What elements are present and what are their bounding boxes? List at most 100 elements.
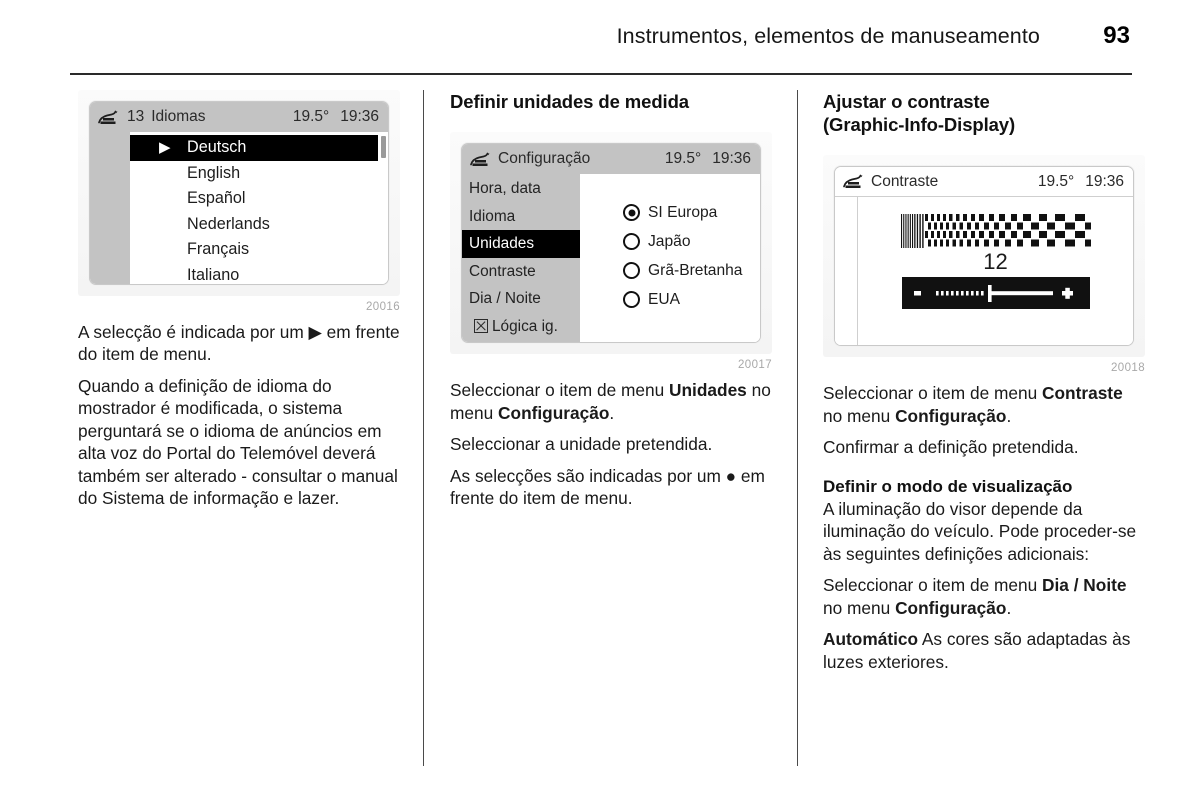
figure-caption: 20018 [1111, 362, 1145, 375]
units-options-group: SI Europa Japão Grã-Bretanha EUA [580, 174, 760, 343]
lcd-title: Configuração [498, 150, 591, 168]
list-item[interactable]: Español [130, 186, 388, 212]
list-item-label: English [187, 163, 241, 182]
paragraph: As selecções são indicadas por um ● em f… [450, 465, 765, 509]
column-middle: Definir unidades de medida Configuração … [450, 90, 772, 519]
radio-unselected-icon [623, 233, 640, 251]
figure-languages: 13 Idiomas 19.5° 19:36 ▶ Deutsch English… [78, 90, 400, 313]
section-heading: Definir unidades de medida [450, 91, 689, 112]
paragraph: A iluminação do visor depende da ilumina… [823, 498, 1137, 564]
page-number: 93 [1103, 22, 1130, 49]
lcd-status-bar: 13 Idiomas 19.5° 19:36 [90, 102, 388, 132]
list-item-label: Deutsch [187, 138, 247, 156]
list-item-label: Italiano [187, 265, 240, 284]
lcd-status-bar: Contraste 19.5° 19:36 [835, 167, 1133, 198]
lcd-body: ▶ Deutsch English Español Nederlands Fra… [90, 132, 388, 284]
option-row[interactable]: Japão [623, 227, 760, 256]
menu-item-unidades[interactable]: Unidades [462, 230, 580, 258]
lcd-title: Contraste [871, 172, 939, 190]
list-item-label: Español [187, 189, 246, 207]
page-title: Instrumentos, elementos de manuseamento [616, 24, 1040, 48]
slider-minus-icon [913, 291, 921, 296]
option-row[interactable]: SI Europa [623, 198, 760, 227]
paragraph: Automático As cores são adaptadas às luz… [823, 629, 1131, 672]
lcd-temperature: 19.5° [292, 108, 330, 125]
radio-unselected-icon [623, 262, 640, 280]
lcd-side-rail [835, 197, 858, 346]
car-display-icon [843, 174, 863, 189]
menu-item-idioma[interactable]: Idioma [462, 203, 580, 231]
menu-item-label: Lógica ig. [492, 317, 558, 335]
list-item-label: Français [187, 240, 250, 258]
content-columns: 13 Idiomas 19.5° 19:36 ▶ Deutsch English… [0, 90, 1200, 780]
lcd-body: Hora, data Idioma Unidades Contraste Dia… [462, 174, 760, 343]
list-item[interactable]: ▶ Deutsch [130, 135, 378, 161]
section-heading-line-1: Ajustar o contraste [823, 91, 990, 112]
menu-item-label: Dia / Noite [469, 290, 541, 308]
lcd-display-contrast: Contraste 19.5° 19:36 12 [834, 166, 1134, 347]
paragraph: Quando a definição de idioma do mostrado… [78, 375, 398, 509]
menu-item-contraste[interactable]: Contraste [462, 258, 580, 286]
contrast-slider[interactable] [901, 277, 1090, 310]
option-label: SI Europa [648, 203, 718, 221]
lcd-display-languages: 13 Idiomas 19.5° 19:36 ▶ Deutsch English… [89, 101, 389, 285]
language-list: ▶ Deutsch English Español Nederlands Fra… [130, 132, 388, 284]
crossed-box-icon [474, 319, 488, 334]
paragraph: Seleccionar a unidade pretendida. [450, 434, 713, 455]
settings-menu-list: Hora, data Idioma Unidades Contraste Dia… [462, 174, 580, 343]
lcd-time: 19:36 [712, 150, 751, 168]
menu-item-dia-noite[interactable]: Dia / Noite [462, 285, 580, 313]
menu-item-label: Hora, data [469, 180, 541, 198]
lcd-side-rail [90, 132, 130, 284]
figure-plate: 13 Idiomas 19.5° 19:36 ▶ Deutsch English… [78, 90, 400, 296]
contrast-checker-pattern [900, 214, 1091, 249]
lcd-temperature: 19.5° [664, 150, 702, 168]
menu-item-hora-data[interactable]: Hora, data [462, 175, 580, 203]
section-heading: Ajustar o contraste (Graphic-Info-Displa… [823, 90, 1145, 136]
menu-item-logica-ig[interactable]: Lógica ig. [462, 313, 580, 341]
list-scrollbar-thumb[interactable] [381, 136, 386, 158]
paragraph: Confirmar a definição pretendida. [823, 437, 1079, 458]
lcd-title: Idiomas [151, 108, 206, 125]
option-label: EUA [648, 290, 681, 308]
menu-item-label: Unidades [469, 235, 535, 253]
car-display-icon [470, 152, 490, 166]
column-left: 13 Idiomas 19.5° 19:36 ▶ Deutsch English… [78, 90, 400, 519]
list-item[interactable]: Italiano [130, 263, 388, 285]
lcd-time: 19:36 [340, 108, 379, 125]
radio-unselected-icon [623, 291, 640, 309]
column-divider-2 [797, 90, 798, 766]
selection-arrow-icon: ▶ [159, 139, 171, 156]
header-divider-rule [70, 73, 1132, 75]
figure-plate: Contraste 19.5° 19:36 12 [823, 155, 1145, 358]
paragraph: A selecção é indicada por um ▶ em frente… [78, 322, 400, 365]
paragraph: Seleccionar o item de menu Dia / Noite n… [823, 575, 1127, 618]
figure-plate: Configuração 19.5° 19:36 Hora, data Idio… [450, 132, 772, 355]
contrast-value: 12 [983, 249, 1008, 275]
list-item[interactable]: English [130, 161, 388, 187]
lcd-status-bar: Configuração 19.5° 19:36 [462, 144, 760, 175]
option-row[interactable]: EUA [623, 285, 760, 314]
paragraph: Seleccionar o item de menu Unidades no m… [450, 380, 771, 423]
contrast-preview-area: 12 [858, 197, 1133, 345]
lcd-body: 12 [835, 197, 1133, 346]
list-item[interactable]: Français [130, 237, 388, 263]
paragraph: Seleccionar o item de menu Contraste no … [823, 383, 1123, 426]
figure-contrast: Contraste 19.5° 19:36 12 20018 [823, 155, 1145, 374]
menu-item-label: Contraste [469, 262, 536, 280]
menu-item-label: Idioma [469, 207, 516, 225]
lcd-display-settings: Configuração 19.5° 19:36 Hora, data Idio… [461, 143, 761, 344]
option-row[interactable]: Grã-Bretanha [623, 256, 760, 285]
figure-caption: 20017 [738, 359, 772, 372]
option-label: Grã-Bretanha [648, 261, 743, 279]
figure-caption: 20016 [366, 301, 400, 313]
slider-track [990, 291, 1053, 296]
list-item[interactable]: Nederlands [130, 212, 388, 238]
column-divider-1 [423, 90, 424, 766]
page-header: Instrumentos, elementos de manuseamento … [70, 22, 1130, 50]
lcd-time: 19:36 [1085, 172, 1124, 190]
sub-heading: Definir o modo de visualização [823, 476, 1073, 496]
option-label: Japão [648, 232, 691, 250]
radio-selected-icon [623, 204, 640, 222]
list-item-label: Nederlands [187, 214, 270, 233]
